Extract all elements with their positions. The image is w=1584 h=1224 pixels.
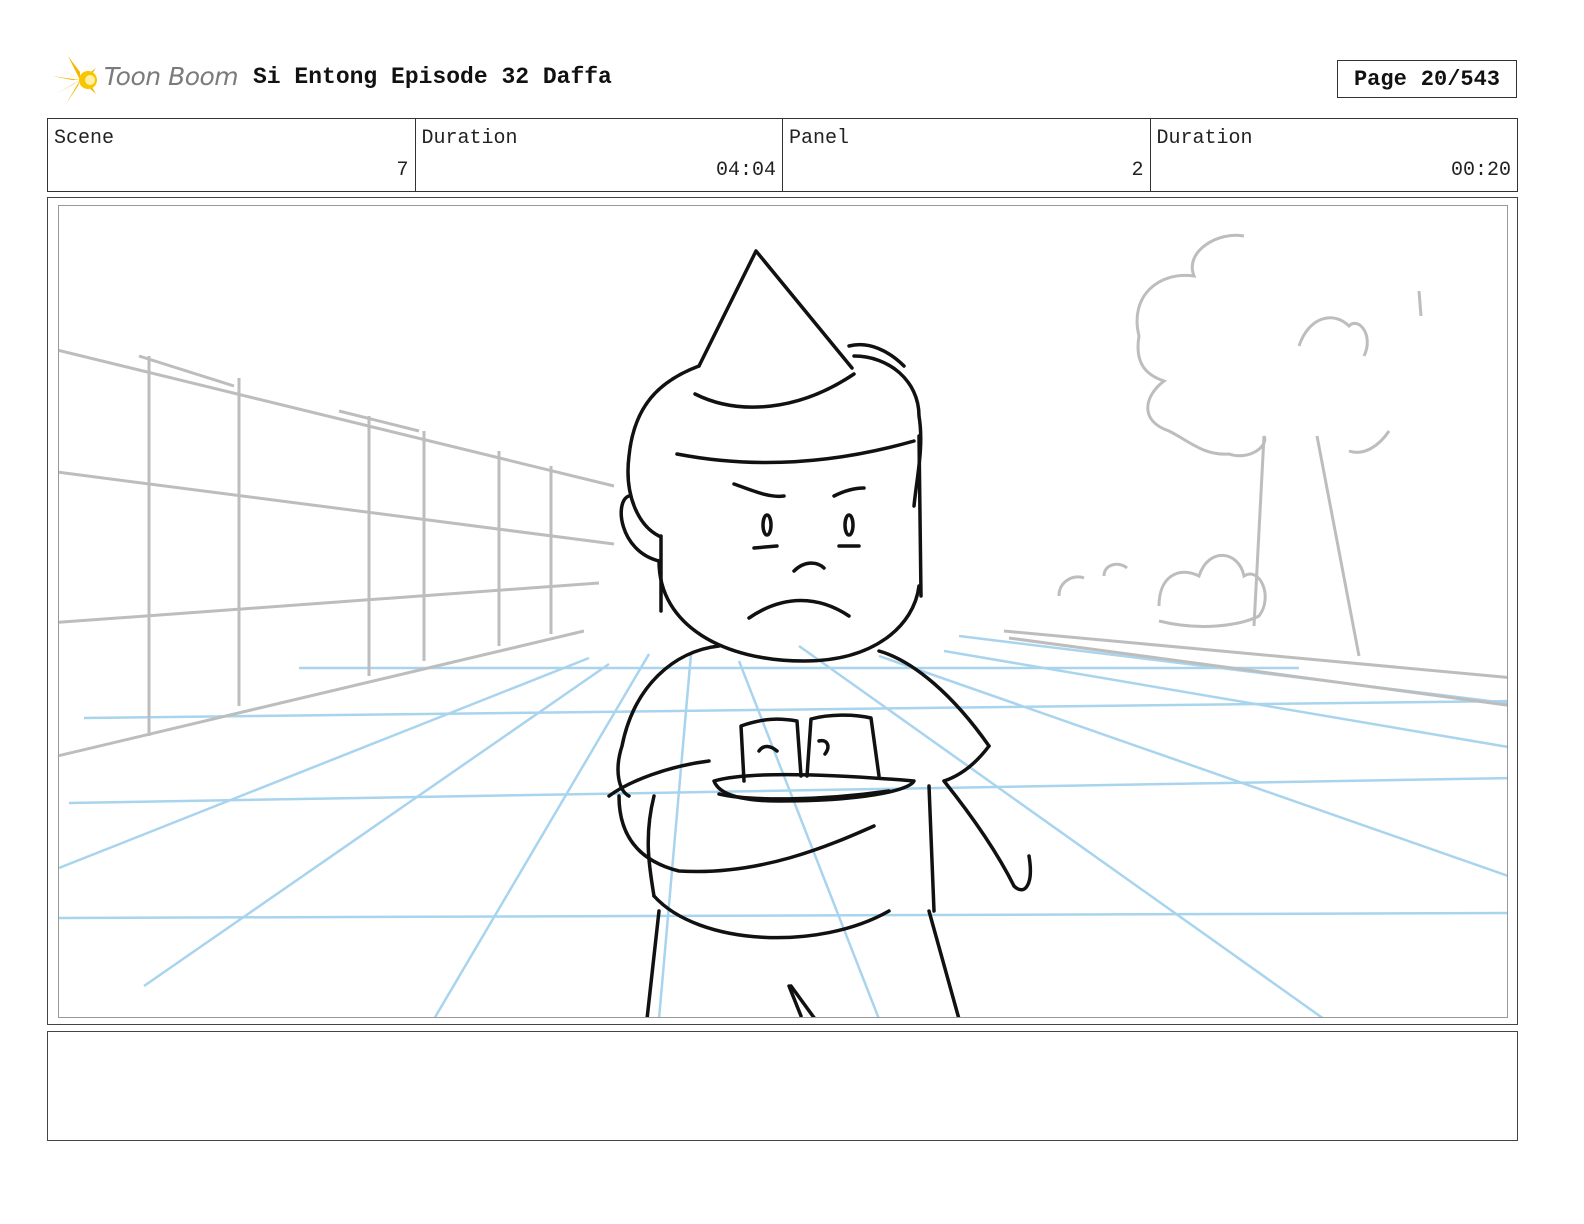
scene-value: 7	[396, 159, 409, 182]
scene-label: Scene	[54, 127, 115, 150]
scene-duration-value: 04:04	[715, 159, 776, 182]
scene-info-table: Scene 7 Duration 04:04 Panel 2 Duration …	[47, 118, 1518, 192]
background-tree	[1003, 233, 1507, 707]
page-indicator: Page 20/543	[1337, 60, 1517, 98]
panel-label: Panel	[789, 127, 850, 150]
background-building	[59, 348, 615, 758]
scene-cell: Scene 7	[48, 119, 416, 191]
panel-duration-value: 00:20	[1450, 159, 1511, 182]
character-sketch	[607, 249, 1032, 1017]
scene-duration-label: Duration	[421, 127, 518, 150]
panel-cell: Panel 2	[783, 119, 1151, 191]
sketch-drawing	[59, 233, 1507, 1017]
perspective-grid	[59, 634, 1507, 1017]
page-label: Page	[1353, 66, 1407, 92]
panel-notes-box	[47, 1031, 1518, 1141]
project-title: Si Entong Episode 32 Daffa	[253, 64, 612, 90]
panel-value: 2	[1131, 159, 1144, 182]
storyboard-panel-image	[58, 205, 1508, 1018]
brand-name: Toon Boom	[104, 62, 239, 91]
panel-duration-label: Duration	[1156, 127, 1253, 150]
scene-duration-cell: Duration 04:04	[416, 119, 783, 191]
panel-duration-cell: Duration 00:20	[1151, 119, 1518, 191]
page-value: 20/543	[1420, 66, 1501, 92]
